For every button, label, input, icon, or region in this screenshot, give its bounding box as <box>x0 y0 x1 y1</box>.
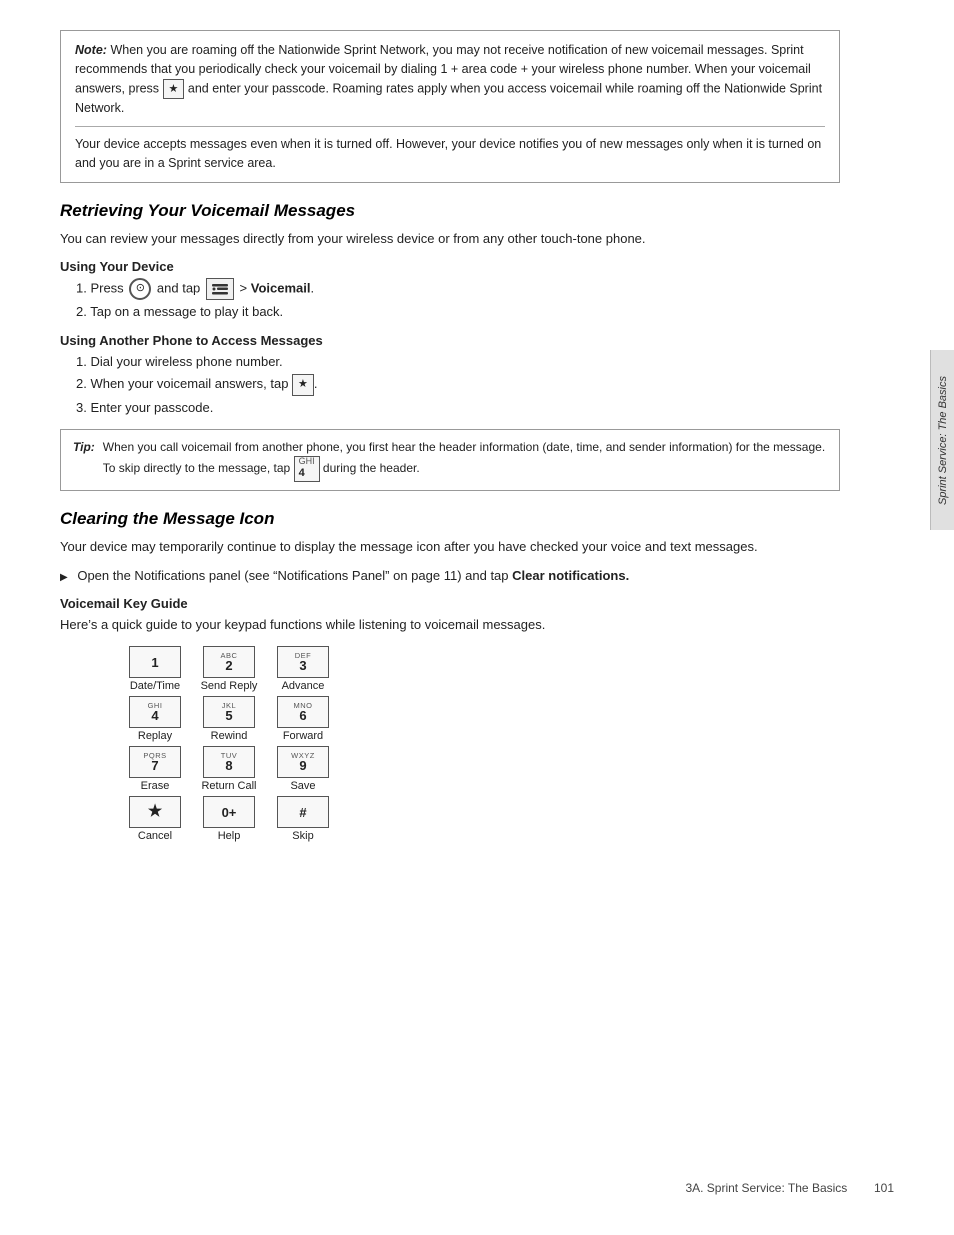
key-main-6: 7 <box>151 759 158 772</box>
star-key-inline: ★ <box>292 374 314 396</box>
key-cell-6: PQRS7 Erase <box>120 746 190 792</box>
key-cell-8: WXYZ9 Save <box>268 746 338 792</box>
footer-text: 3A. Sprint Service: The Basics <box>685 1181 847 1195</box>
key-button-2: ABC2 <box>203 646 255 678</box>
step2-3: 3. Enter your passcode. <box>76 398 840 419</box>
key-label-10: Help <box>218 830 241 842</box>
key-button-4: GHI4 <box>129 696 181 728</box>
key-button-9: WXYZ9 <box>277 746 329 778</box>
key-main-1: 2 <box>225 659 232 672</box>
key-cell-2: DEF3 Advance <box>268 646 338 692</box>
key-button-6: MNO6 <box>277 696 329 728</box>
subsection2-title: Using Another Phone to Access Messages <box>60 333 840 348</box>
key-label-11: Skip <box>292 830 313 842</box>
footer-page: 101 <box>874 1181 894 1195</box>
key-label-2: Advance <box>282 680 325 692</box>
side-tab: Sprint Service: The Basics <box>930 350 954 530</box>
subsection1-steps: 1. Press ⊙ and tap > Voicemail. 2. Tap o… <box>60 278 840 323</box>
menu-icon <box>206 278 234 300</box>
key-cell-11: # Skip <box>268 796 338 842</box>
step2-2: 2. When your voicemail answers, tap ★. <box>76 374 840 396</box>
tip-box: Tip: When you call voicemail from anothe… <box>60 429 840 491</box>
key-cell-3: GHI4 Replay <box>120 696 190 742</box>
key-label-3: Replay <box>138 730 172 742</box>
notifications-bullet: Open the Notifications panel (see “Notif… <box>60 566 840 586</box>
note-box: Note: When you are roaming off the Natio… <box>60 30 840 183</box>
key-main-4: 5 <box>225 709 232 722</box>
key-label-4: Rewind <box>211 730 248 742</box>
key-label-9: Cancel <box>138 830 172 842</box>
key-button-#: # <box>277 796 329 828</box>
tip-text: When you call voicemail from another pho… <box>103 438 827 482</box>
step1-1: 1. Press ⊙ and tap > Voicemail. <box>76 278 840 300</box>
key-button-1: 1 <box>129 646 181 678</box>
key-button-3: DEF3 <box>277 646 329 678</box>
note-text2: and enter your passcode. Roaming rates a… <box>75 81 822 115</box>
note-inner-text: Your device accepts messages even when i… <box>75 126 825 173</box>
voicemail-bold: Voicemail <box>251 280 311 295</box>
key-main-11: # <box>299 806 306 819</box>
key-label-6: Erase <box>141 780 170 792</box>
key-main-10: 0+ <box>222 806 237 819</box>
key-main-2: 3 <box>299 659 306 672</box>
key-label-8: Save <box>290 780 315 792</box>
key-main-5: 6 <box>299 709 306 722</box>
section1-title: Retrieving Your Voicemail Messages <box>60 201 840 221</box>
key-cell-5: MNO6 Forward <box>268 696 338 742</box>
section2-intro: Your device may temporarily continue to … <box>60 537 840 557</box>
step1-2: 2. Tap on a message to play it back. <box>76 302 840 323</box>
key-cell-1: ABC2 Send Reply <box>194 646 264 692</box>
section2-title: Clearing the Message Icon <box>60 509 840 529</box>
step2-1: 1. Dial your wireless phone number. <box>76 352 840 373</box>
key-main-3: 4 <box>151 709 158 722</box>
key-button-0+: 0+ <box>203 796 255 828</box>
key-cell-9: ★ Cancel <box>120 796 190 842</box>
subsection2-steps: 1. Dial your wireless phone number. 2. W… <box>60 352 840 419</box>
key-label-0: Date/Time <box>130 680 180 692</box>
key-button-★: ★ <box>129 796 181 828</box>
key-button-8: TUV8 <box>203 746 255 778</box>
key-main-7: 8 <box>225 759 232 772</box>
key-main-8: 9 <box>299 759 306 772</box>
note-star-key: ★ <box>163 79 185 100</box>
side-tab-text: Sprint Service: The Basics <box>937 376 949 505</box>
key-cell-4: JKL5 Rewind <box>194 696 264 742</box>
key-main-0: 1 <box>151 656 158 669</box>
subsection1-title: Using Your Device <box>60 259 840 274</box>
key-label-1: Send Reply <box>201 680 258 692</box>
tip-key4: GHI 4 <box>294 456 320 482</box>
key-main-9: ★ <box>148 804 162 820</box>
keyguide-title: Voicemail Key Guide <box>60 596 840 611</box>
page-footer: 3A. Sprint Service: The Basics 101 <box>685 1181 894 1195</box>
circle-home-icon: ⊙ <box>129 278 151 300</box>
key-label-5: Forward <box>283 730 323 742</box>
keypad-grid: 1 Date/Time ABC2 Send Reply DEF3 Advance GHI4 R… <box>120 646 840 842</box>
page-container: Note: When you are roaming off the Natio… <box>0 0 900 914</box>
key-button-5: JKL5 <box>203 696 255 728</box>
key-cell-7: TUV8 Return Call <box>194 746 264 792</box>
tip-label: Tip: <box>73 438 95 482</box>
key-label-7: Return Call <box>201 780 256 792</box>
key-cell-0: 1 Date/Time <box>120 646 190 692</box>
section1-intro: You can review your messages directly fr… <box>60 229 840 249</box>
note-label: Note: <box>75 43 107 57</box>
key-cell-10: 0+ Help <box>194 796 264 842</box>
clear-notifications-bold: Clear notifications. <box>512 568 629 583</box>
key-button-7: PQRS7 <box>129 746 181 778</box>
keyguide-intro: Here’s a quick guide to your keypad func… <box>60 615 840 635</box>
